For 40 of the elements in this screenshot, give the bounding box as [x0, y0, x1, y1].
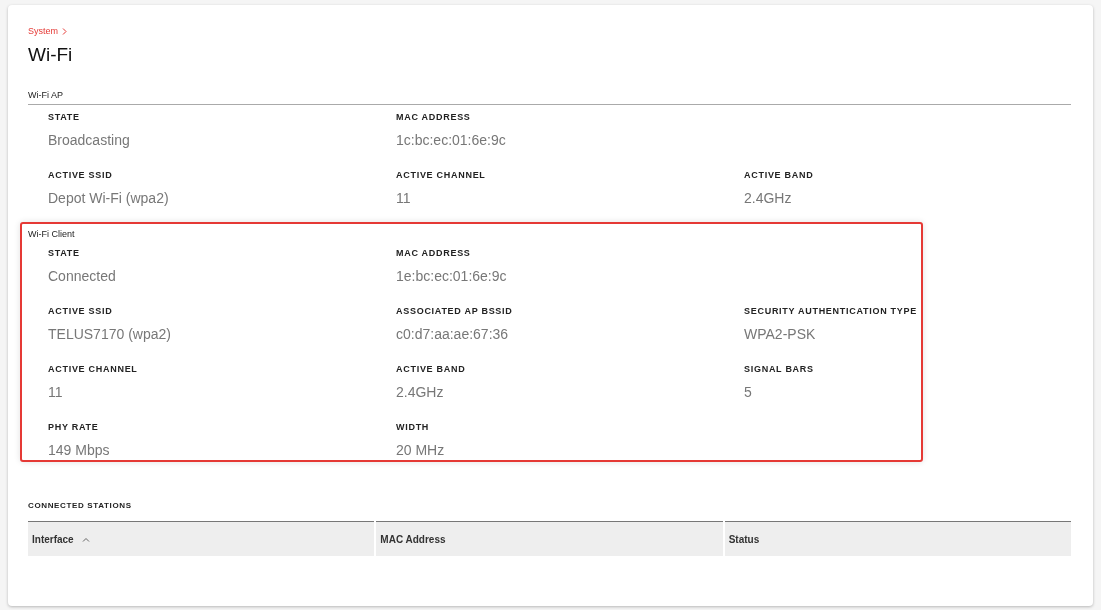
field-label: ASSOCIATED AP BSSID — [396, 305, 513, 317]
field-value: WPA2-PSK — [744, 325, 816, 343]
field-value: Broadcasting — [48, 130, 130, 149]
field-label: MAC ADDRESS — [396, 247, 471, 259]
field-value: TELUS7170 (wpa2) — [48, 325, 171, 343]
field-value: 2.4GHz — [744, 188, 792, 207]
column-header[interactable]: Interface — [28, 521, 375, 556]
column-header[interactable]: MAC Address — [376, 521, 723, 556]
field-label: STATE — [48, 247, 80, 259]
field-label: SECURITY AUTHENTICATION TYPE — [744, 305, 917, 317]
field-value: 11 — [48, 383, 63, 401]
field-value: 2.4GHz — [396, 383, 444, 401]
field-value: 20 MHz — [396, 441, 445, 459]
field-value: 5 — [744, 383, 752, 401]
page-title: Wi-Fi — [28, 43, 74, 67]
field-value: 1c:bc:ec:01:6e:9c — [396, 130, 506, 149]
breadcrumb-link[interactable]: System — [28, 25, 67, 39]
chevron-right-icon — [62, 28, 67, 36]
field-value: 1e:bc:ec:01:6e:9c — [396, 267, 507, 285]
field-label: ACTIVE BAND — [396, 363, 466, 375]
field-value: c0:d7:aa:ae:67:36 — [396, 325, 509, 343]
field-value: Depot Wi-Fi (wpa2) — [48, 188, 169, 207]
field-label: ACTIVE SSID — [48, 168, 113, 181]
field-label: STATE — [48, 110, 80, 123]
field-label: ACTIVE BAND — [744, 168, 814, 181]
field-label: PHY RATE — [48, 421, 99, 433]
field-label: MAC ADDRESS — [396, 110, 471, 123]
field-label: ACTIVE CHANNEL — [48, 363, 138, 375]
table-title: CONNECTED STATIONS — [28, 500, 133, 512]
field-label: SIGNAL BARS — [744, 363, 814, 375]
field-label: WIDTH — [396, 421, 430, 433]
field-value: Connected — [48, 267, 116, 285]
field-label: ACTIVE CHANNEL — [396, 168, 486, 181]
sort-ascending-icon — [81, 536, 90, 542]
field-value: 149 Mbps — [48, 441, 110, 459]
section-title: Wi-Fi Client — [28, 227, 76, 241]
section-title: Wi-Fi AP — [28, 89, 1071, 105]
column-header[interactable]: Status — [724, 521, 1071, 556]
field-label: ACTIVE SSID — [48, 305, 113, 317]
field-value: 11 — [396, 188, 411, 207]
